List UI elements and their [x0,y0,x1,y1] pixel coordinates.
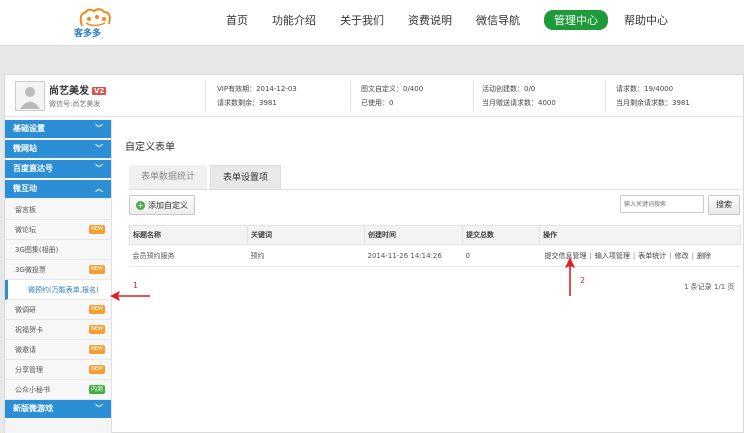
cell-title: 会员预约服务 [129,244,248,267]
stat-used: 已使用：0 [361,99,394,107]
form-stats-link[interactable]: 表单统计 [638,252,666,260]
chevron-down-icon: ﹀ [95,124,103,133]
stat-monthly-left: 当月剩余请求数：3981 [616,99,690,107]
chevron-down-icon: ﹀ [95,404,103,413]
account-info-bar: 尚艺美发 V2 微信号:尚艺美发 VIP有效期：2014-12-03 请求数剩余：… [5,75,744,117]
annotation-arrow-up-icon [565,257,575,296]
new-badge: NEW [89,365,105,374]
chevron-down-icon: ﹀ [95,144,103,153]
divider [205,81,206,111]
stat-requests: 请求数：19/4000 [616,85,674,93]
new-badge: NEW [89,225,105,234]
edit-link[interactable]: 修改 [675,252,689,260]
annotation-label-2: 2 [580,276,586,285]
nav-home[interactable]: 首页 [226,12,248,28]
cell-keyword: 预约 [247,244,365,267]
sidebar: 基础设置 ﹀ 微网站 ﹀ 百度直达号 ﹀ 微互动 ︿ 留言板 微论坛 NEW 3… [5,120,112,433]
divider [350,81,351,111]
page-title: 自定义表单 [125,142,175,153]
avatar-icon [20,87,40,109]
nav-admin-center[interactable]: 管理中心 [544,10,608,30]
nav-pricing[interactable]: 资费说明 [408,12,452,28]
cell-created: 2014-11-26 14:14:26 [364,244,463,267]
new-badge: NEW [89,325,105,334]
tab-form-settings[interactable]: 表单设置项 [210,165,282,189]
top-navbar: 客多多 首页 功能介绍 关于我们 资费说明 微信导航 管理中心 帮助中心 [0,0,744,46]
stat-requests-left: 请求数剩余：3981 [217,99,277,107]
beta-badge: 内测 [88,385,105,394]
input-items-link[interactable]: 输入项管理 [595,252,630,260]
sidebar-item-share[interactable]: 分享管理 NEW [5,360,111,380]
column-header-count: 提交总数 [462,225,540,245]
stat-monthly-sent: 当月赠送请求数：4000 [482,99,556,107]
sidebar-section-baidu[interactable]: 百度直达号 ﹀ [5,160,111,178]
new-badge: NEW [89,265,105,274]
new-badge: NEW [89,305,105,314]
table-header-row: 标题名称 关键词 创建时间 提交总数 操作 [129,225,741,245]
sidebar-section-games[interactable]: 新版微游戏 ﹀ [5,400,111,418]
column-header-created: 创建时间 [364,225,463,245]
nav-features[interactable]: 功能介绍 [272,12,316,28]
divider [473,81,474,111]
divider [129,189,741,190]
sidebar-item-gallery[interactable]: 3G图集(相册) [5,240,111,260]
column-header-title: 标题名称 [129,225,248,245]
nav-about[interactable]: 关于我们 [340,12,384,28]
sidebar-item-survey[interactable]: 微调研 NEW [5,300,111,320]
stat-vip-expire: VIP有效期：2014-12-03 [217,85,297,93]
chevron-up-icon: ︿ [95,184,103,193]
search-input[interactable] [620,195,704,213]
stat-custom-graphic: 图文自定义：0/400 [361,85,424,93]
table-row: 会员预约服务 预约 2014-11-26 14:14:26 0 提交信息管理 | 输… [129,244,741,267]
column-header-actions: 操作 [539,225,741,245]
column-header-keyword: 关键词 [247,225,365,245]
sidebar-section-micro-site[interactable]: 微网站 ﹀ [5,140,111,158]
account-wechat-id: 微信号:尚艺美发 [49,100,101,108]
main-nav: 首页 功能介绍 关于我们 资费说明 微信导航 管理中心 帮助中心 [226,0,692,40]
avatar [15,81,45,111]
tab-bar: 表单数据统计 表单设置项 [129,165,284,189]
plus-icon: + [136,200,145,210]
content-frame: 尚艺美发 V2 微信号:尚艺美发 VIP有效期：2014-12-03 请求数剩余：… [4,74,744,433]
sidebar-section-basic-settings[interactable]: 基础设置 ﹀ [5,120,111,138]
sidebar-item-vote[interactable]: 3G微投票 NEW [5,260,111,280]
sidebar-item-forum[interactable]: 微论坛 NEW [5,220,111,240]
new-badge: NEW [89,345,105,354]
search-button[interactable]: 搜索 [708,195,740,215]
brand-name: 客多多 [74,29,102,39]
chevron-down-icon: ﹀ [95,164,103,173]
nav-wechat-guide[interactable]: 微信导航 [476,12,520,28]
sidebar-item-secretary[interactable]: 公众小秘书 内测 [5,380,111,400]
annotation-arrow-left-icon [110,291,150,301]
vip-level-badge: V2 [92,87,107,95]
account-name: 尚艺美发 V2 [49,86,107,97]
delete-link[interactable]: 删除 [697,252,711,260]
sidebar-item-invitation[interactable]: 微邀请 NEW [5,340,111,360]
annotation-label-1: 1 [133,281,139,290]
pagination-info: 1 条记录 1/1 页 [684,283,735,291]
add-custom-form-button[interactable]: + 添加自定义 [129,195,195,215]
tab-form-stats[interactable]: 表单数据统计 [129,165,208,189]
divider [605,81,606,111]
sidebar-item-message-board[interactable]: 留言板 [5,200,111,220]
cell-count: 0 [462,244,540,267]
sidebar-item-greeting-card[interactable]: 祝福贺卡 NEW [5,320,111,340]
nav-help[interactable]: 帮助中心 [624,12,668,28]
sidebar-item-booking[interactable]: 微预约(万能表单,报名) [5,280,111,300]
sidebar-section-interaction[interactable]: 微互动 ︿ [5,180,111,198]
stat-activities: 活动创建数：0/0 [482,85,536,93]
forms-table: 标题名称 关键词 创建时间 提交总数 操作 会员预约服务 预约 2014-11-… [129,225,741,267]
